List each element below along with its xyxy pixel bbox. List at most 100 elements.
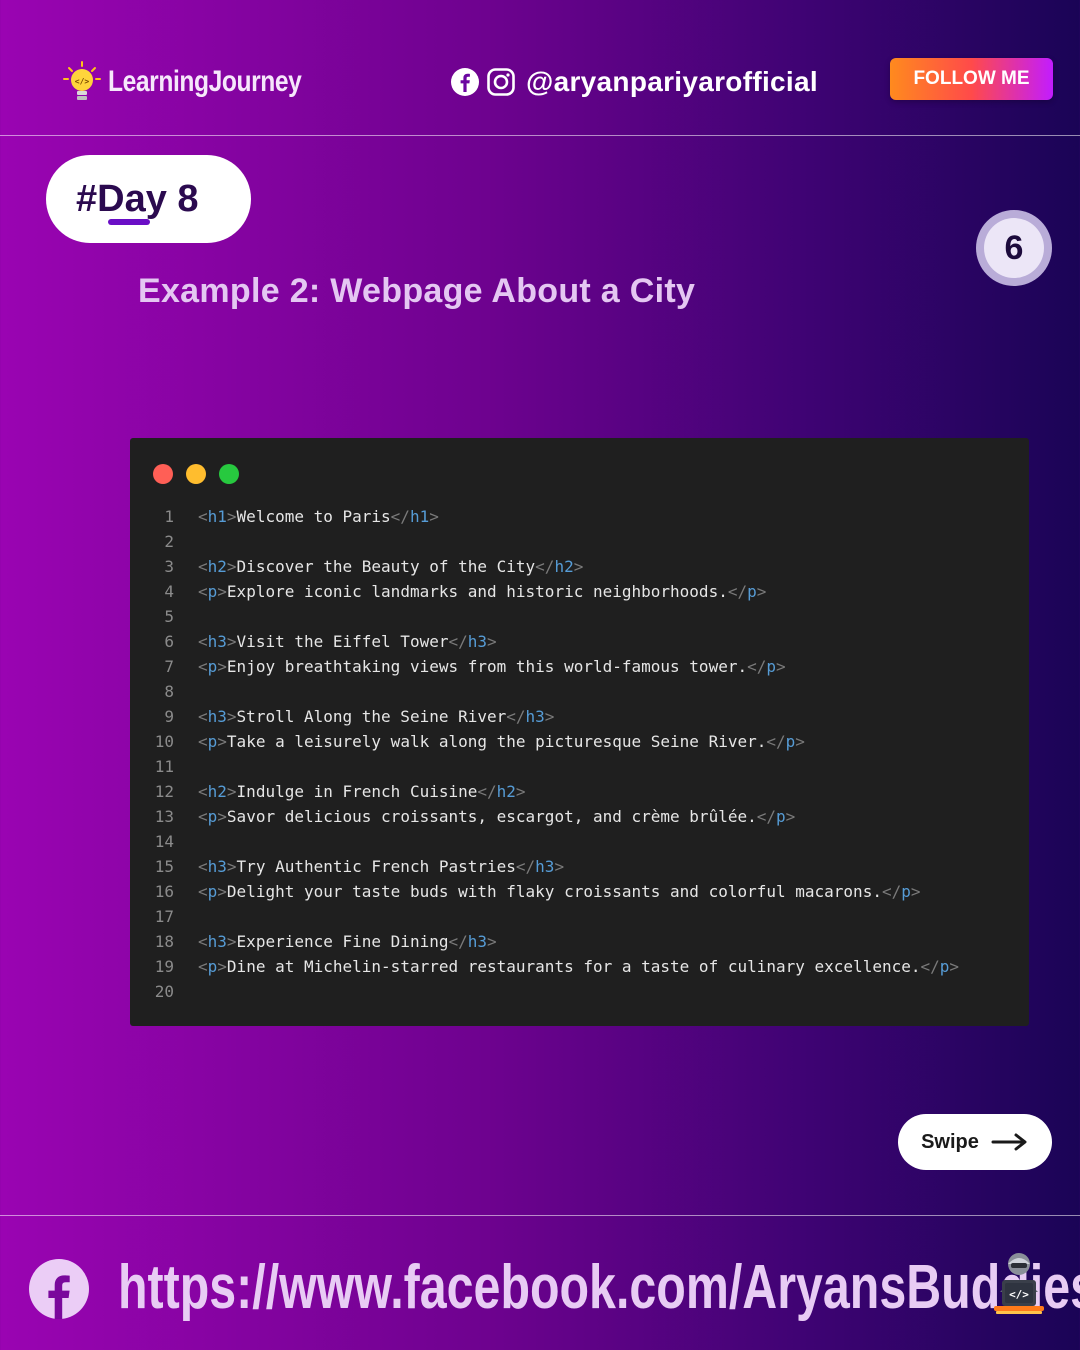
code-text: Indulge in French Cuisine xyxy=(236,782,478,801)
social-handle[interactable]: @aryanpariyarofficial xyxy=(526,66,818,98)
tag-bracket: > xyxy=(429,507,439,526)
footer-facebook-link[interactable]: https://www.facebook.com/AryansBuddies xyxy=(118,1252,1080,1323)
tag-name: h1 xyxy=(409,507,430,526)
code-line: 5 xyxy=(130,604,1029,629)
tag-name: p xyxy=(766,657,776,676)
tag-bracket: > xyxy=(544,707,555,726)
code-content: <p>Savor delicious croissants, escargot,… xyxy=(198,807,795,826)
line-number: 6 xyxy=(164,632,174,651)
swipe-button[interactable]: Swipe xyxy=(898,1114,1052,1170)
tag-name: h2 xyxy=(207,782,227,801)
tag-bracket: > xyxy=(776,657,786,676)
tag-bracket: > xyxy=(487,932,497,951)
slide-title: Example 2: Webpage About a City xyxy=(138,272,696,310)
day-underline-accent xyxy=(108,219,150,225)
page-number: 6 xyxy=(984,218,1044,278)
social-handle-group[interactable]: @aryanpariyarofficial xyxy=(450,66,818,98)
day-badge: #Day 8 xyxy=(46,155,251,243)
tag-bracket: </ xyxy=(756,807,776,826)
code-line: 13 <p>Savor delicious croissants, escargo… xyxy=(130,804,1029,829)
lightbulb-code-icon: </> xyxy=(63,61,101,100)
tag-name: p xyxy=(776,807,786,826)
line-number: 15 xyxy=(154,857,174,876)
line-number: 16 xyxy=(154,882,174,901)
line-number: 20 xyxy=(154,982,174,1001)
swipe-label: Swipe xyxy=(921,1130,979,1153)
tag-name: p xyxy=(785,732,796,751)
tag-name: p xyxy=(939,957,950,976)
tag-name: h3 xyxy=(207,857,227,876)
line-number: 12 xyxy=(154,782,174,801)
tag-bracket: > xyxy=(487,632,497,651)
tag-bracket: </ xyxy=(727,582,748,601)
code-content: <h2>Indulge in French Cuisine</h2> xyxy=(198,782,526,801)
tag-bracket: > xyxy=(217,957,227,976)
tag-name: p xyxy=(747,582,757,601)
code-line: 14 xyxy=(130,829,1029,854)
code-text: Dine at Michelin-starred restaurants for… xyxy=(226,957,921,976)
brand-name: LearningJourney xyxy=(108,65,302,98)
code-text: Discover the Beauty of the City xyxy=(236,557,536,576)
line-number: 18 xyxy=(154,932,174,951)
day-label: #Day 8 xyxy=(76,177,199,220)
code-editor: 1 <h1>Welcome to Paris</h1> 2 3 <h2>Discover… xyxy=(130,504,1029,1004)
tag-name: h3 xyxy=(207,632,227,651)
facebook-icon[interactable] xyxy=(28,1258,90,1320)
facebook-icon[interactable] xyxy=(450,67,480,97)
tag-bracket: < xyxy=(198,657,208,676)
code-line: 11 xyxy=(130,754,1029,779)
tag-name: p xyxy=(207,732,218,751)
arrow-right-icon xyxy=(991,1133,1027,1151)
tag-bracket: </ xyxy=(390,507,410,526)
tag-bracket: > xyxy=(573,557,584,576)
code-line: 4 <p>Explore iconic landmarks and histori… xyxy=(130,579,1029,604)
tag-bracket: < xyxy=(198,632,208,651)
tag-name: p xyxy=(207,957,218,976)
tag-bracket: < xyxy=(198,732,208,751)
code-text: Try Authentic French Pastries xyxy=(236,857,516,876)
page-number-badge: 6 xyxy=(976,210,1052,286)
line-number: 11 xyxy=(154,757,174,776)
code-content: <h3>Try Authentic French Pastries</h3> xyxy=(198,857,564,876)
tag-bracket: > xyxy=(949,957,960,976)
code-text: Delight your taste buds with flaky crois… xyxy=(226,882,882,901)
line-number: 19 xyxy=(154,957,174,976)
tag-bracket: > xyxy=(226,507,237,526)
instagram-icon[interactable] xyxy=(486,67,516,97)
code-content: <h3>Stroll Along the Seine River</h3> xyxy=(198,707,554,726)
tag-bracket: > xyxy=(217,882,227,901)
tag-bracket: > xyxy=(785,807,796,826)
tag-bracket: > xyxy=(217,807,227,826)
line-number: 10 xyxy=(154,732,174,751)
code-text: Take a leisurely walk along the pictures… xyxy=(226,732,767,751)
tag-bracket: </ xyxy=(515,857,536,876)
follow-me-button[interactable]: FOLLOW ME xyxy=(890,58,1053,100)
line-number: 13 xyxy=(154,807,174,826)
close-dot-icon xyxy=(153,464,173,484)
line-number: 4 xyxy=(164,582,174,601)
line-number: 1 xyxy=(164,507,174,526)
code-line: 1 <h1>Welcome to Paris</h1> xyxy=(130,504,1029,529)
tag-bracket: > xyxy=(226,857,237,876)
code-content: <h3>Visit the Eiffel Tower</h3> xyxy=(198,632,497,651)
code-line: 12 <h2>Indulge in French Cuisine</h2> xyxy=(130,779,1029,804)
code-line: 9 <h3>Stroll Along the Seine River</h3> xyxy=(130,704,1029,729)
tag-bracket: </ xyxy=(881,882,902,901)
minimize-dot-icon xyxy=(186,464,206,484)
tag-bracket: < xyxy=(198,582,208,601)
code-line: 10 <p>Take a leisurely walk along the pic… xyxy=(130,729,1029,754)
tag-bracket: > xyxy=(226,782,237,801)
code-content: <p>Enjoy breathtaking views from this wo… xyxy=(198,657,786,676)
code-text: Savor delicious croissants, escargot, an… xyxy=(226,807,757,826)
svg-text:</>: </> xyxy=(75,77,90,86)
tag-bracket: < xyxy=(198,882,208,901)
footer-divider xyxy=(0,1215,1080,1216)
line-number: 9 xyxy=(164,707,174,726)
line-number: 8 xyxy=(164,682,174,701)
tag-bracket: < xyxy=(198,857,208,876)
tag-bracket: < xyxy=(198,707,208,726)
tag-name: h3 xyxy=(207,707,227,726)
line-number: 2 xyxy=(164,532,174,551)
tag-name: h3 xyxy=(207,932,227,951)
tag-bracket: </ xyxy=(448,932,468,951)
